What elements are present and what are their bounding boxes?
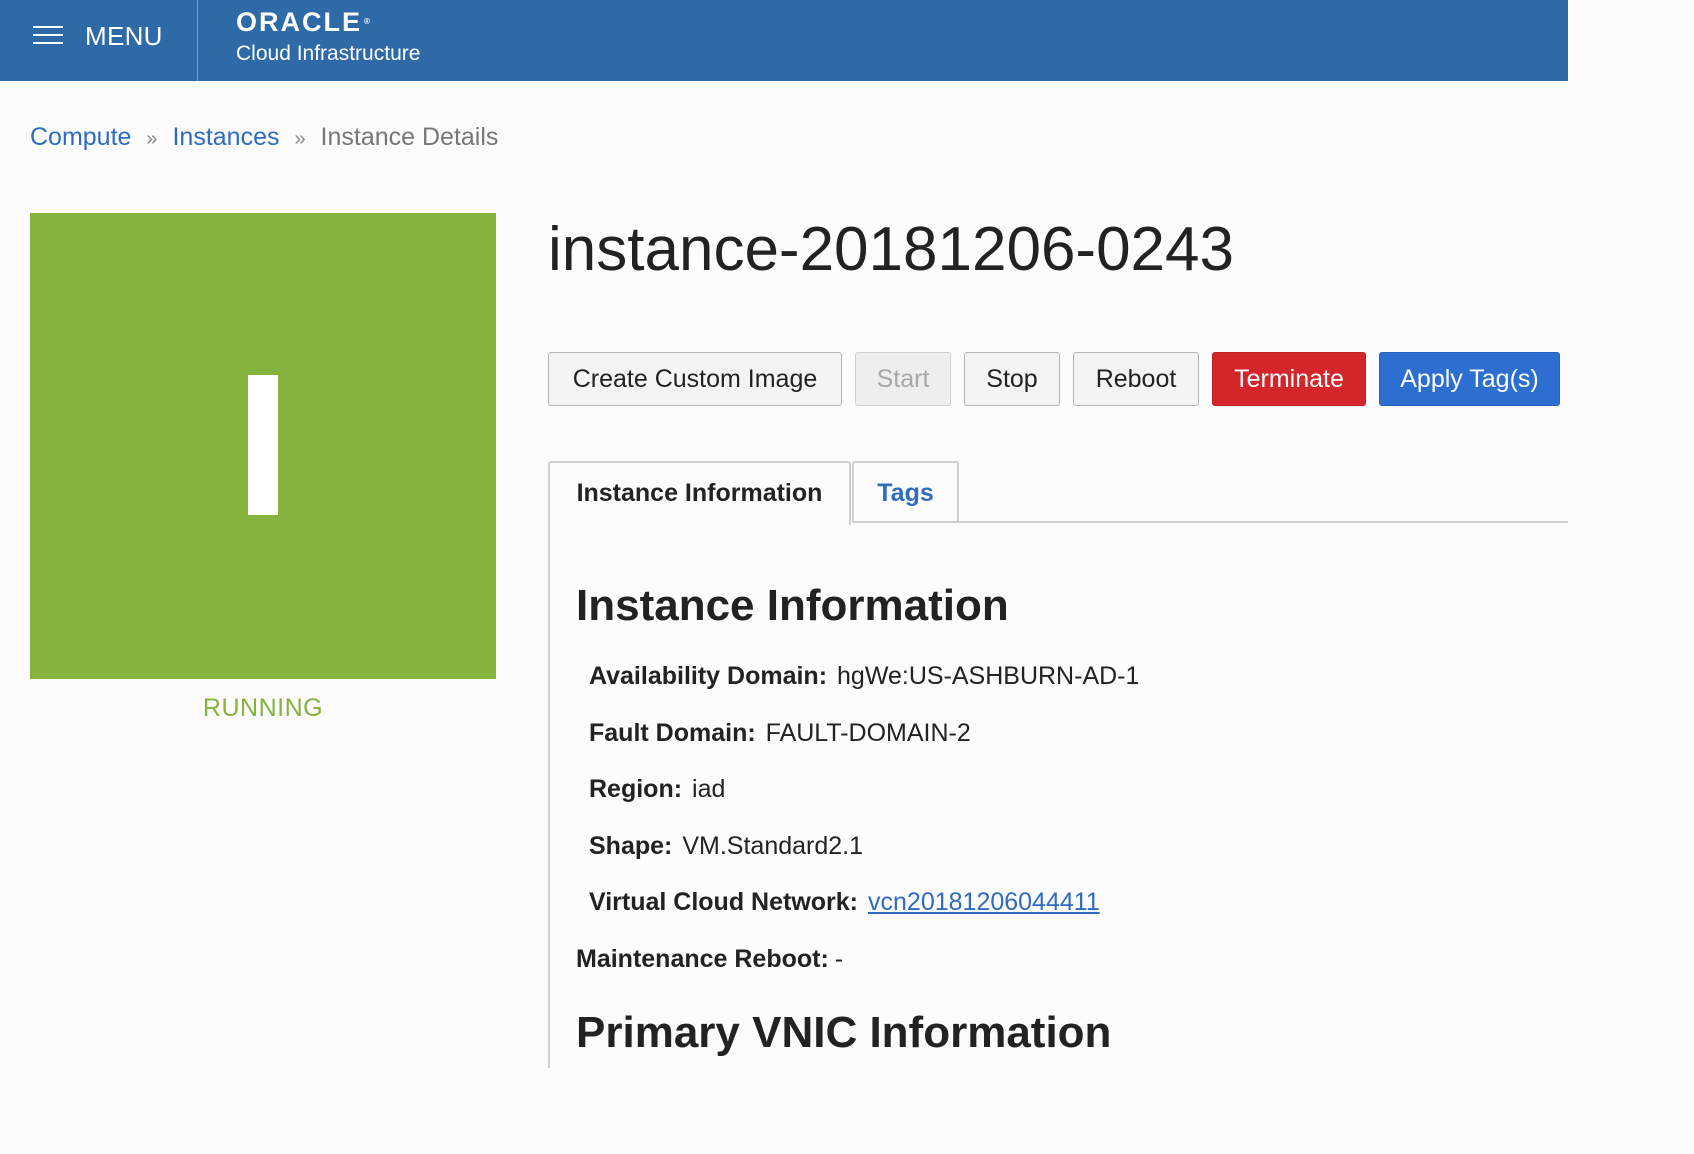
field-value: FAULT-DOMAIN-2	[765, 719, 971, 747]
page-title: instance-20181206-0243	[548, 215, 1234, 284]
virtual-cloud-network-field: Virtual Cloud Network: vcn20181206044411	[589, 887, 1100, 917]
breadcrumb-instances-link[interactable]: Instances	[172, 123, 279, 151]
breadcrumb-current: Instance Details	[320, 123, 499, 151]
field-label: Availability Domain:	[589, 662, 828, 690]
top-navigation-bar: MENU ORACLE ® Cloud Infrastructure	[0, 0, 1568, 81]
vcn-link[interactable]: vcn20181206044411	[868, 888, 1100, 916]
start-button[interactable]: Start	[855, 352, 951, 406]
field-value: VM.Standard2.1	[682, 832, 864, 860]
field-label: Region:	[589, 775, 683, 803]
create-custom-image-button[interactable]: Create Custom Image	[548, 352, 842, 406]
availability-domain-field: Availability Domain: hgWe:US-ASHBURN-AD-1	[589, 661, 1139, 691]
field-label: Virtual Cloud Network:	[589, 888, 859, 916]
terminate-button[interactable]: Terminate	[1212, 352, 1366, 406]
shape-field: Shape: VM.Standard2.1	[589, 831, 863, 861]
menu-button[interactable]: MENU	[0, 0, 198, 81]
fault-domain-field: Fault Domain: FAULT-DOMAIN-2	[589, 718, 971, 748]
breadcrumb-separator: »	[146, 128, 158, 150]
field-label: Shape:	[589, 832, 673, 860]
region-field: Region: iad	[589, 774, 725, 804]
reboot-button[interactable]: Reboot	[1073, 352, 1199, 406]
field-label: Maintenance Reboot:	[576, 945, 829, 973]
brand-name: ORACLE ®	[236, 7, 372, 37]
field-value: hgWe:US-ASHBURN-AD-1	[837, 662, 1140, 690]
instance-initial-icon	[248, 375, 278, 515]
tab-tags[interactable]: Tags	[852, 461, 959, 523]
field-value: iad	[692, 775, 726, 803]
breadcrumb: Compute » Instances » Instance Details	[30, 122, 498, 154]
oracle-cloud-logo[interactable]: ORACLE ® Cloud Infrastructure	[236, 6, 420, 68]
hamburger-menu-icon	[33, 24, 63, 46]
tab-instance-information[interactable]: Instance Information	[548, 461, 851, 525]
breadcrumb-separator: »	[294, 128, 306, 150]
primary-vnic-heading: Primary VNIC Information	[576, 1008, 1112, 1057]
menu-label: MENU	[85, 21, 163, 51]
instance-status-label: RUNNING	[202, 694, 324, 722]
field-label: Fault Domain:	[589, 719, 756, 747]
maintenance-reboot-field: Maintenance Reboot: -	[576, 944, 843, 974]
brand-subtitle: Cloud Infrastructure	[236, 42, 421, 65]
breadcrumb-compute-link[interactable]: Compute	[30, 123, 131, 151]
field-value: -	[834, 945, 844, 973]
stop-button[interactable]: Stop	[964, 352, 1060, 406]
instance-information-heading: Instance Information	[576, 581, 1009, 630]
apply-tags-button[interactable]: Apply Tag(s)	[1379, 352, 1560, 406]
